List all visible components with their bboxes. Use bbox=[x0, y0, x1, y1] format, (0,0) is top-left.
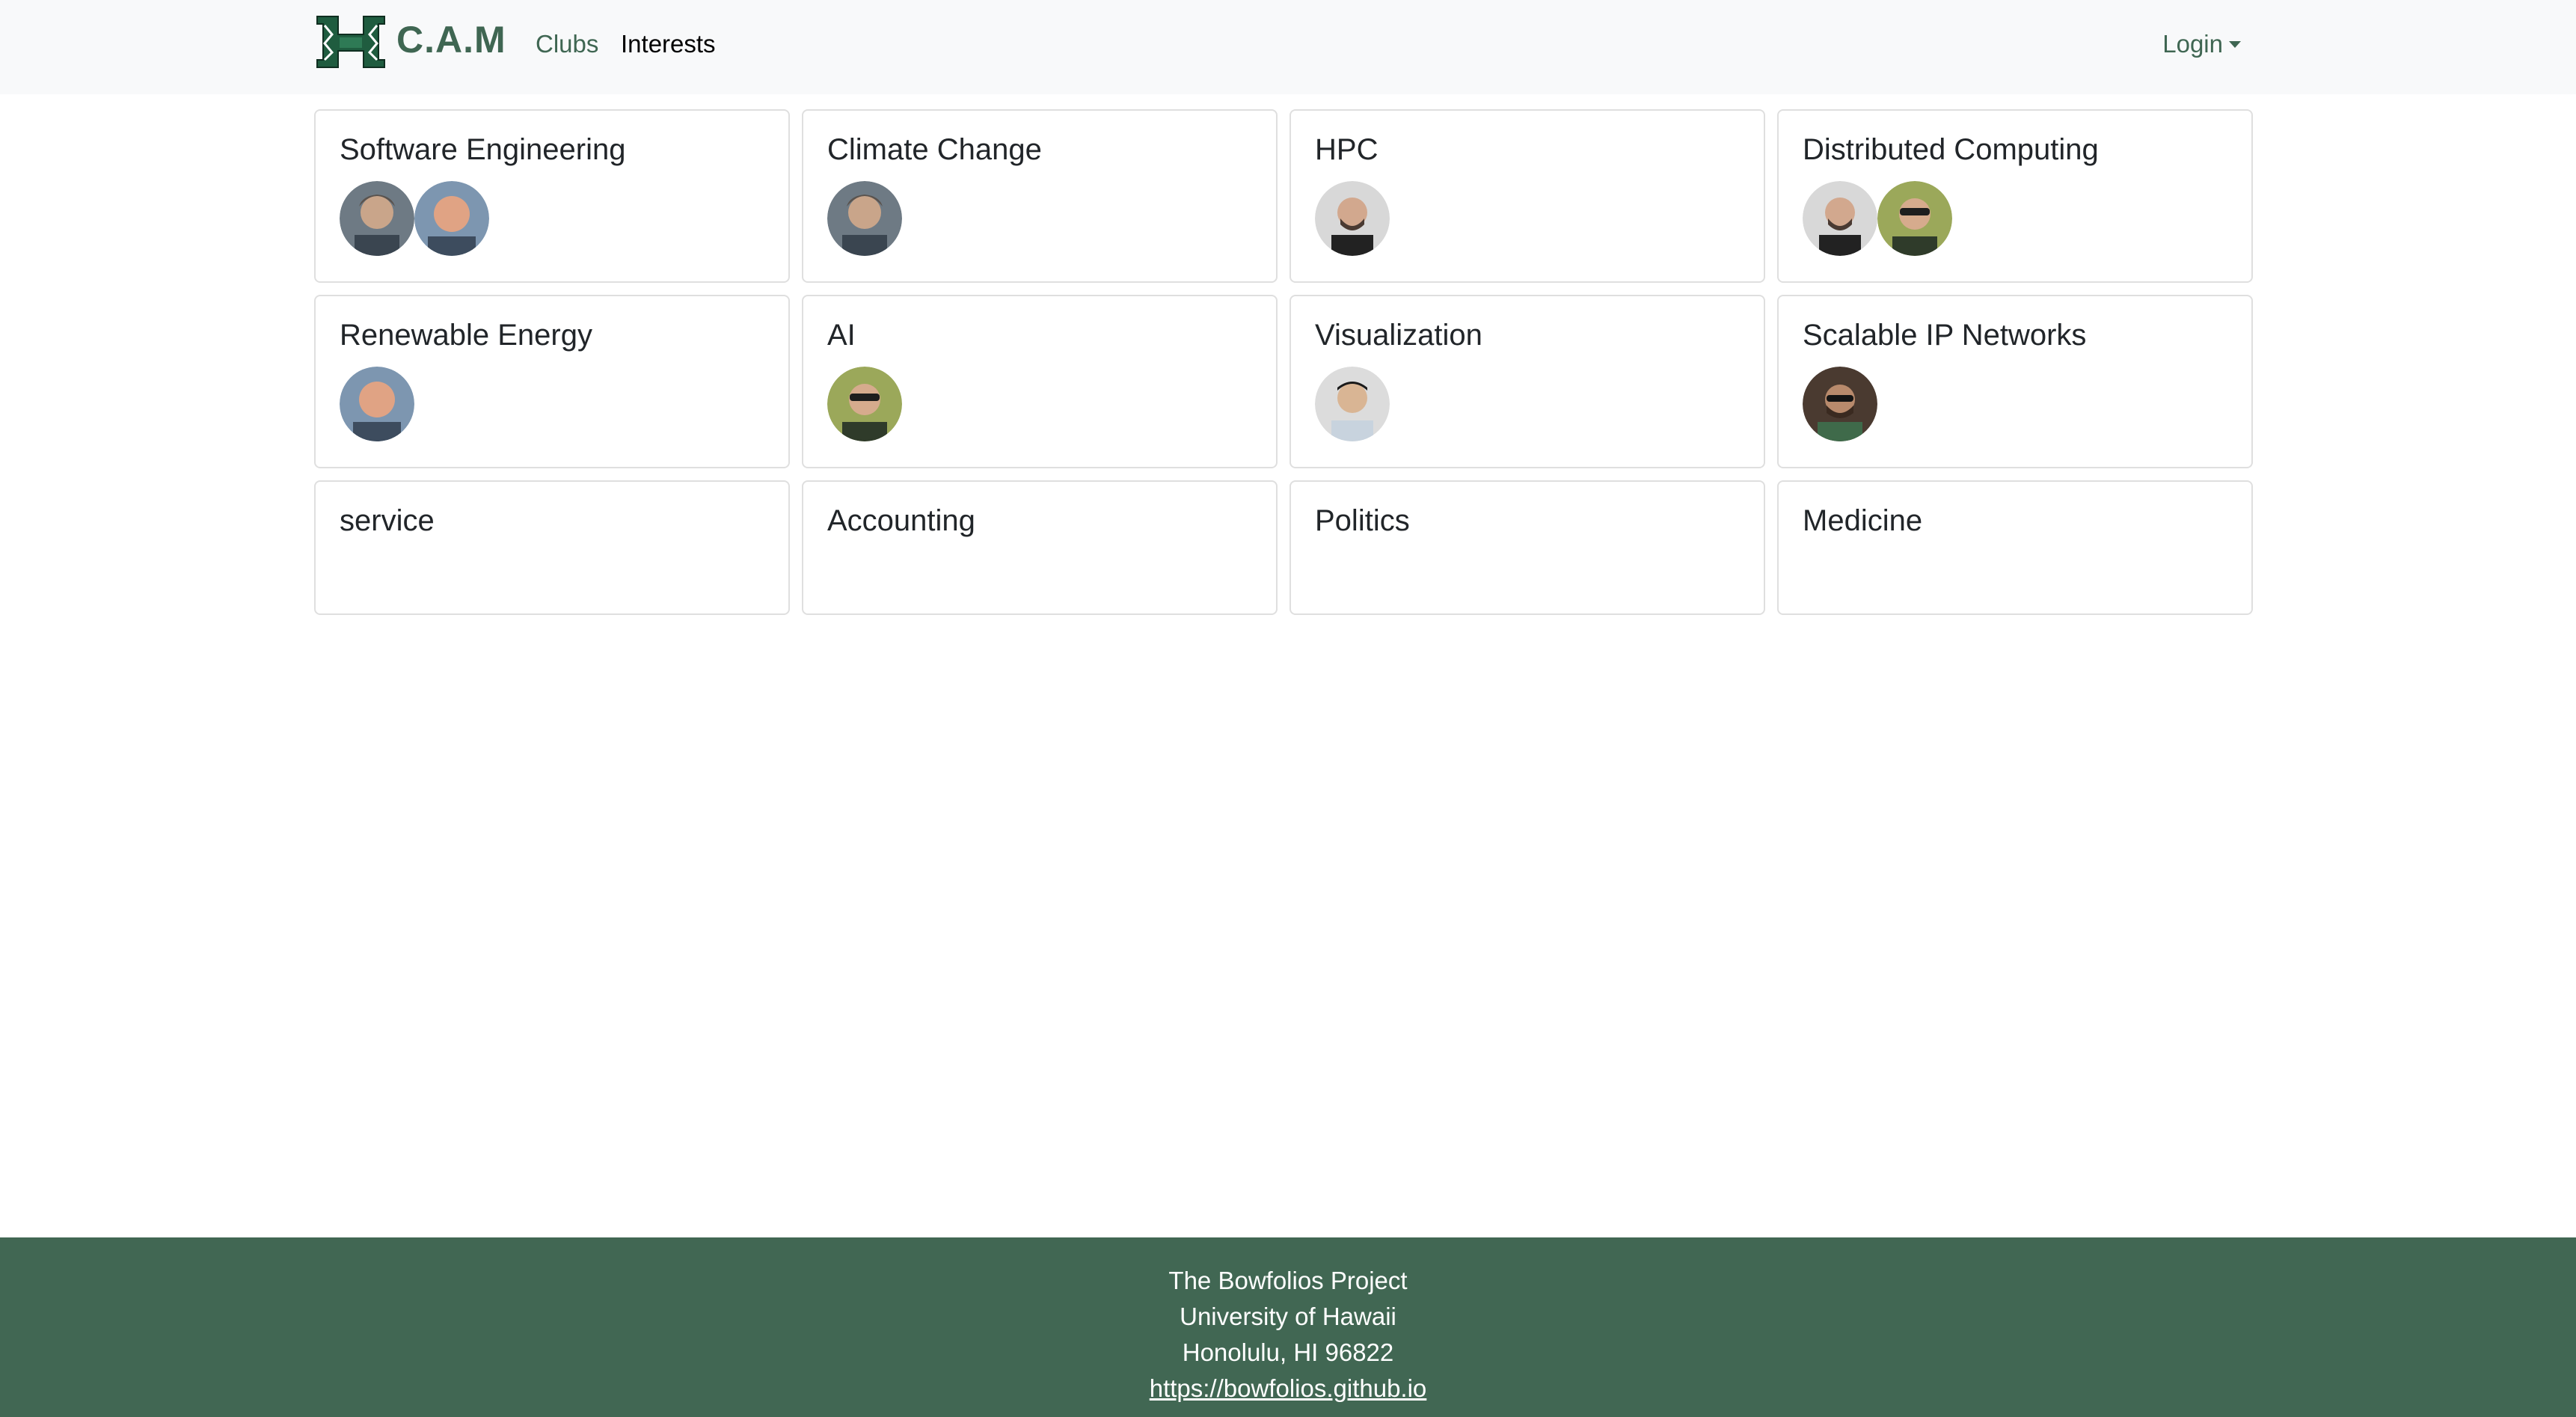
footer: The Bowfolios Project University of Hawa… bbox=[0, 1237, 2576, 1417]
navbar: C.A.M Clubs Interests Login bbox=[0, 0, 2576, 94]
interest-card-visualization[interactable]: Visualization bbox=[1289, 295, 1765, 468]
interest-title: Accounting bbox=[827, 504, 975, 537]
interest-card-medicine[interactable]: Medicine bbox=[1777, 480, 2253, 615]
interest-title: Renewable Energy bbox=[340, 319, 592, 352]
avatar[interactable] bbox=[1315, 181, 1390, 256]
avatar[interactable] bbox=[827, 181, 902, 256]
interest-card-hpc[interactable]: HPC bbox=[1289, 109, 1765, 283]
avatar[interactable] bbox=[1803, 367, 1877, 441]
avatar[interactable] bbox=[827, 367, 902, 441]
interest-card-politics[interactable]: Politics bbox=[1289, 480, 1765, 615]
interest-title: Scalable IP Networks bbox=[1803, 319, 2087, 352]
interest-card-renewable-energy[interactable]: Renewable Energy bbox=[314, 295, 790, 468]
interest-title: Distributed Computing bbox=[1803, 133, 2099, 166]
uh-logo-icon[interactable] bbox=[314, 13, 387, 70]
avatar-group bbox=[1315, 367, 1740, 441]
interests-grid: Software Engineering Climate Change HPC … bbox=[314, 109, 2254, 627]
interest-title: Medicine bbox=[1803, 504, 1923, 537]
interest-title: service bbox=[340, 504, 435, 537]
nav-interests-link[interactable]: Interests bbox=[621, 30, 716, 58]
caret-down-icon bbox=[2229, 41, 2241, 48]
avatar-group bbox=[1803, 181, 2227, 256]
nav-clubs-link[interactable]: Clubs bbox=[536, 30, 598, 58]
avatar-group bbox=[1803, 367, 2227, 441]
avatar[interactable] bbox=[340, 367, 414, 441]
interest-card-climate-change[interactable]: Climate Change bbox=[802, 109, 1278, 283]
footer-address: Honolulu, HI 96822 bbox=[1182, 1338, 1394, 1366]
footer-link[interactable]: https://bowfolios.github.io bbox=[1150, 1374, 1427, 1402]
brand-title[interactable]: C.A.M bbox=[396, 18, 506, 61]
avatar-group bbox=[1315, 181, 1740, 256]
interest-title: HPC bbox=[1315, 133, 1379, 166]
interest-card-distributed-computing[interactable]: Distributed Computing bbox=[1777, 109, 2253, 283]
interest-card-service[interactable]: service bbox=[314, 480, 790, 615]
interest-card-ai[interactable]: AI bbox=[802, 295, 1278, 468]
interest-card-software-engineering[interactable]: Software Engineering bbox=[314, 109, 790, 283]
avatar-group bbox=[340, 181, 764, 256]
interest-title: Visualization bbox=[1315, 319, 1482, 352]
footer-project: The Bowfolios Project bbox=[1168, 1267, 1408, 1294]
avatar[interactable] bbox=[1877, 181, 1952, 256]
footer-university: University of Hawaii bbox=[1180, 1303, 1396, 1330]
avatar-group bbox=[340, 367, 764, 441]
interest-title: Politics bbox=[1315, 504, 1410, 537]
interest-card-accounting[interactable]: Accounting bbox=[802, 480, 1278, 615]
avatar-group bbox=[827, 181, 1252, 256]
login-dropdown[interactable]: Login bbox=[2162, 30, 2241, 58]
avatar[interactable] bbox=[340, 181, 414, 256]
avatar-group bbox=[827, 367, 1252, 441]
avatar[interactable] bbox=[414, 181, 489, 256]
interest-title: AI bbox=[827, 319, 856, 352]
interest-card-scalable-ip-networks[interactable]: Scalable IP Networks bbox=[1777, 295, 2253, 468]
avatar[interactable] bbox=[1803, 181, 1877, 256]
avatar[interactable] bbox=[1315, 367, 1390, 441]
login-label: Login bbox=[2162, 30, 2223, 58]
interest-title: Software Engineering bbox=[340, 133, 626, 166]
interest-title: Climate Change bbox=[827, 133, 1042, 166]
